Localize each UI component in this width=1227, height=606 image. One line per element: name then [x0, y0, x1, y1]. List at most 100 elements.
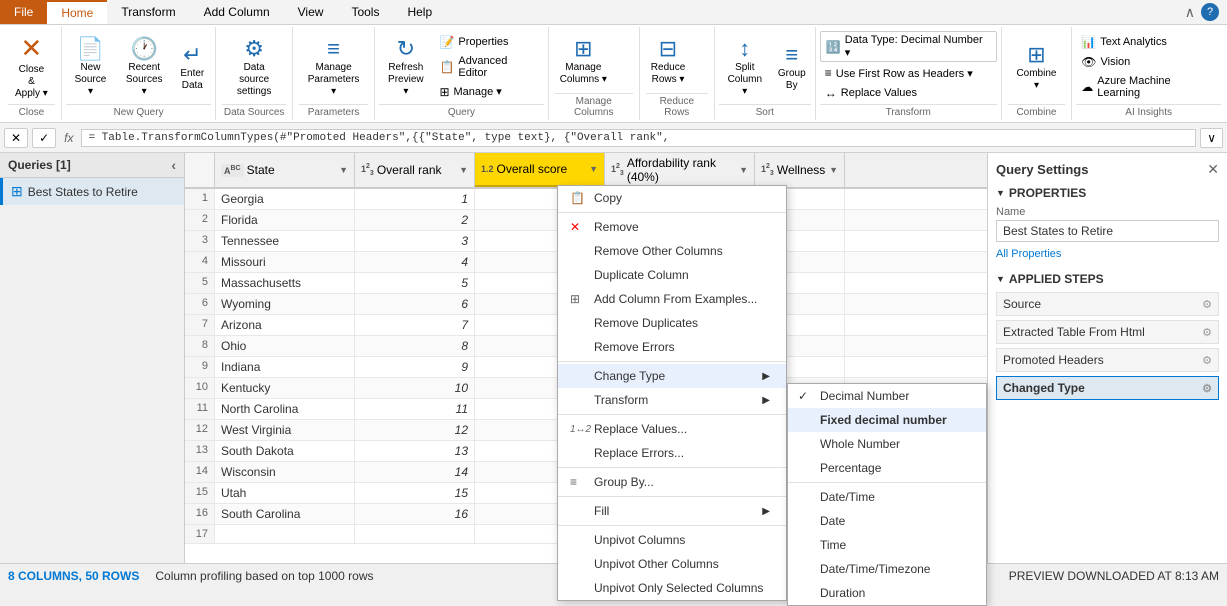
grid-col-wellness-header[interactable]: 123 Wellness ▼: [755, 153, 845, 187]
submenu-time[interactable]: Time: [788, 533, 986, 557]
manage-btn[interactable]: ⊞ Manage ▾: [434, 83, 543, 101]
submenu-duration[interactable]: Duration: [788, 581, 986, 605]
tab-add-column[interactable]: Add Column: [190, 0, 284, 24]
manage-parameters-icon: ≡: [327, 36, 340, 62]
step-item[interactable]: Changed Type⚙: [996, 376, 1219, 400]
data-type-btn[interactable]: 🔢 Data Type: Decimal Number ▾: [820, 31, 997, 62]
step-item[interactable]: Extracted Table From Html⚙: [996, 320, 1219, 344]
step-gear-icon: ⚙: [1202, 326, 1212, 339]
menu-item-remove-duplicates[interactable]: Remove Duplicates: [558, 311, 786, 335]
step-item[interactable]: Source⚙: [996, 292, 1219, 316]
group-by-btn[interactable]: ≡ GroupBy: [773, 38, 811, 96]
menu-item-copy[interactable]: 📋 Copy: [558, 186, 786, 210]
submenu-datetime[interactable]: Date/Time: [788, 485, 986, 509]
ribbon-group-parameters-label: Parameters: [299, 104, 368, 118]
combine-btn[interactable]: ⊞ Combine ▾: [1008, 38, 1066, 96]
tab-tools[interactable]: Tools: [337, 0, 393, 24]
menu-item-group-by[interactable]: ≡ Group By...: [558, 470, 786, 494]
close-apply-btn[interactable]: ✕ Close &Apply ▾: [8, 29, 55, 104]
first-row-headers-btn[interactable]: ≡ Use First Row as Headers ▾: [820, 64, 997, 82]
ribbon-group-query-label: Query: [379, 104, 543, 118]
menu-item-change-type[interactable]: Change Type ▶: [558, 364, 786, 388]
menu-item-remove[interactable]: ✕ Remove: [558, 215, 786, 239]
menu-item-add-from-examples[interactable]: ⊞ Add Column From Examples...: [558, 287, 786, 311]
menu-item-unpivot[interactable]: Unpivot Columns: [558, 528, 786, 552]
recent-sources-btn[interactable]: 🕐 RecentSources ▾: [117, 32, 171, 102]
new-source-label: NewSource ▾: [71, 62, 110, 98]
advanced-editor-icon: 📋: [439, 60, 454, 74]
vision-icon: 👁: [1081, 55, 1096, 69]
formula-ok-btn[interactable]: ✓: [32, 128, 56, 148]
menu-item-unpivot-other[interactable]: Unpivot Other Columns: [558, 552, 786, 576]
change-type-submenu: ✓ Decimal Number Fixed decimal number Wh…: [787, 383, 987, 606]
formula-cancel-btn[interactable]: ✕: [4, 128, 28, 148]
grid-cell: 5: [355, 273, 475, 293]
grid-cell: 9: [185, 357, 215, 377]
tab-help[interactable]: Help: [393, 0, 446, 24]
enter-data-btn[interactable]: ↵ EnterData: [173, 38, 211, 96]
overall-rank-dropdown-icon[interactable]: ▼: [459, 165, 468, 175]
menu-item-remove-other[interactable]: Remove Other Columns: [558, 239, 786, 263]
sidebar-collapse-icon[interactable]: ‹: [171, 157, 176, 173]
grid-col-state-header[interactable]: ABC State ▼: [215, 153, 355, 187]
sidebar-item-best-states[interactable]: ⊞ Best States to Retire: [0, 178, 184, 205]
ribbon-group-transform-label: Transform: [820, 104, 997, 118]
submenu-percentage[interactable]: Percentage: [788, 456, 986, 480]
grid-cell: 12: [185, 420, 215, 440]
tab-transform[interactable]: Transform: [107, 0, 189, 24]
ribbon-collapse-icon[interactable]: ∧: [1185, 4, 1195, 21]
manage-columns-btn[interactable]: ⊞ ManageColumns ▾: [555, 32, 612, 90]
tab-file[interactable]: File: [0, 0, 47, 24]
reduce-rows-btn[interactable]: ⊟ ReduceRows ▾: [646, 32, 690, 90]
new-source-btn[interactable]: 📄 NewSource ▾: [66, 32, 115, 102]
grid-col-affordability-header[interactable]: 123 Affordability rank (40%) ▼: [605, 153, 755, 187]
split-column-btn[interactable]: ↕ SplitColumn ▾: [719, 32, 771, 102]
qs-name-input[interactable]: [996, 220, 1219, 242]
submenu-decimal-number[interactable]: ✓ Decimal Number: [788, 384, 986, 408]
data-source-settings-btn[interactable]: ⚙ Data sourcesettings: [222, 32, 286, 102]
submenu-whole-number[interactable]: Whole Number: [788, 432, 986, 456]
menu-item-remove-errors[interactable]: Remove Errors: [558, 335, 786, 359]
tab-view[interactable]: View: [284, 0, 338, 24]
submenu-datetime-timezone[interactable]: Date/Time/Timezone: [788, 557, 986, 581]
grid-cell: 13: [355, 441, 475, 461]
qs-all-properties-link[interactable]: All Properties: [996, 248, 1219, 260]
tab-home[interactable]: Home: [47, 0, 107, 24]
menu-item-duplicate[interactable]: Duplicate Column: [558, 263, 786, 287]
help-icon[interactable]: ?: [1201, 3, 1219, 21]
menu-item-fill[interactable]: Fill ▶: [558, 499, 786, 523]
text-analytics-btn[interactable]: 📊 Text Analytics: [1076, 33, 1221, 51]
replace-values-btn[interactable]: ↔ Replace Values: [820, 84, 997, 102]
wellness-dropdown-icon[interactable]: ▼: [829, 165, 838, 175]
submenu-date[interactable]: Date: [788, 509, 986, 533]
grid-cell: 3: [185, 231, 215, 251]
grid-col-overall-score-header[interactable]: 1.2 Overall score ▼: [475, 153, 605, 187]
grid-cell: 16: [185, 504, 215, 524]
advanced-editor-btn[interactable]: 📋 Advanced Editor: [434, 53, 543, 81]
azure-ml-btn[interactable]: ☁ Azure Machine Learning: [1076, 73, 1221, 101]
overall-score-dropdown-icon[interactable]: ▼: [589, 164, 598, 174]
overall-rank-type-badge: 123: [361, 163, 374, 177]
grid-col-overall-rank-header[interactable]: 123 Overall rank ▼: [355, 153, 475, 187]
qs-close-btn[interactable]: ✕: [1207, 161, 1219, 178]
refresh-preview-btn[interactable]: ↻ RefreshPreview ▾: [379, 32, 432, 102]
formula-input[interactable]: [81, 129, 1196, 147]
menu-item-unpivot-selected[interactable]: Unpivot Only Selected Columns: [558, 576, 786, 600]
menu-item-replace-values[interactable]: 1↔2 Replace Values...: [558, 417, 786, 441]
remove-icon: ✕: [570, 220, 580, 234]
menu-item-transform[interactable]: Transform ▶: [558, 388, 786, 412]
grid-col-row-num: [185, 153, 215, 187]
state-dropdown-icon[interactable]: ▼: [339, 165, 348, 175]
close-apply-icon: ✕: [21, 33, 43, 64]
submenu-fixed-decimal[interactable]: Fixed decimal number: [788, 408, 986, 432]
vision-btn[interactable]: 👁 Vision: [1076, 53, 1221, 71]
affordability-dropdown-icon[interactable]: ▼: [739, 165, 748, 175]
menu-item-replace-errors[interactable]: Replace Errors...: [558, 441, 786, 465]
main-area: Queries [1] ‹ ⊞ Best States to Retire AB…: [0, 153, 1227, 563]
step-item[interactable]: Promoted Headers⚙: [996, 348, 1219, 372]
grid-cell: 11: [355, 399, 475, 419]
manage-parameters-btn[interactable]: ≡ ManageParameters ▾: [299, 32, 368, 102]
properties-btn[interactable]: 📝 Properties: [434, 33, 543, 51]
formula-expand-btn[interactable]: ∨: [1200, 128, 1223, 148]
ribbon-group-sort-label: Sort: [719, 104, 811, 118]
